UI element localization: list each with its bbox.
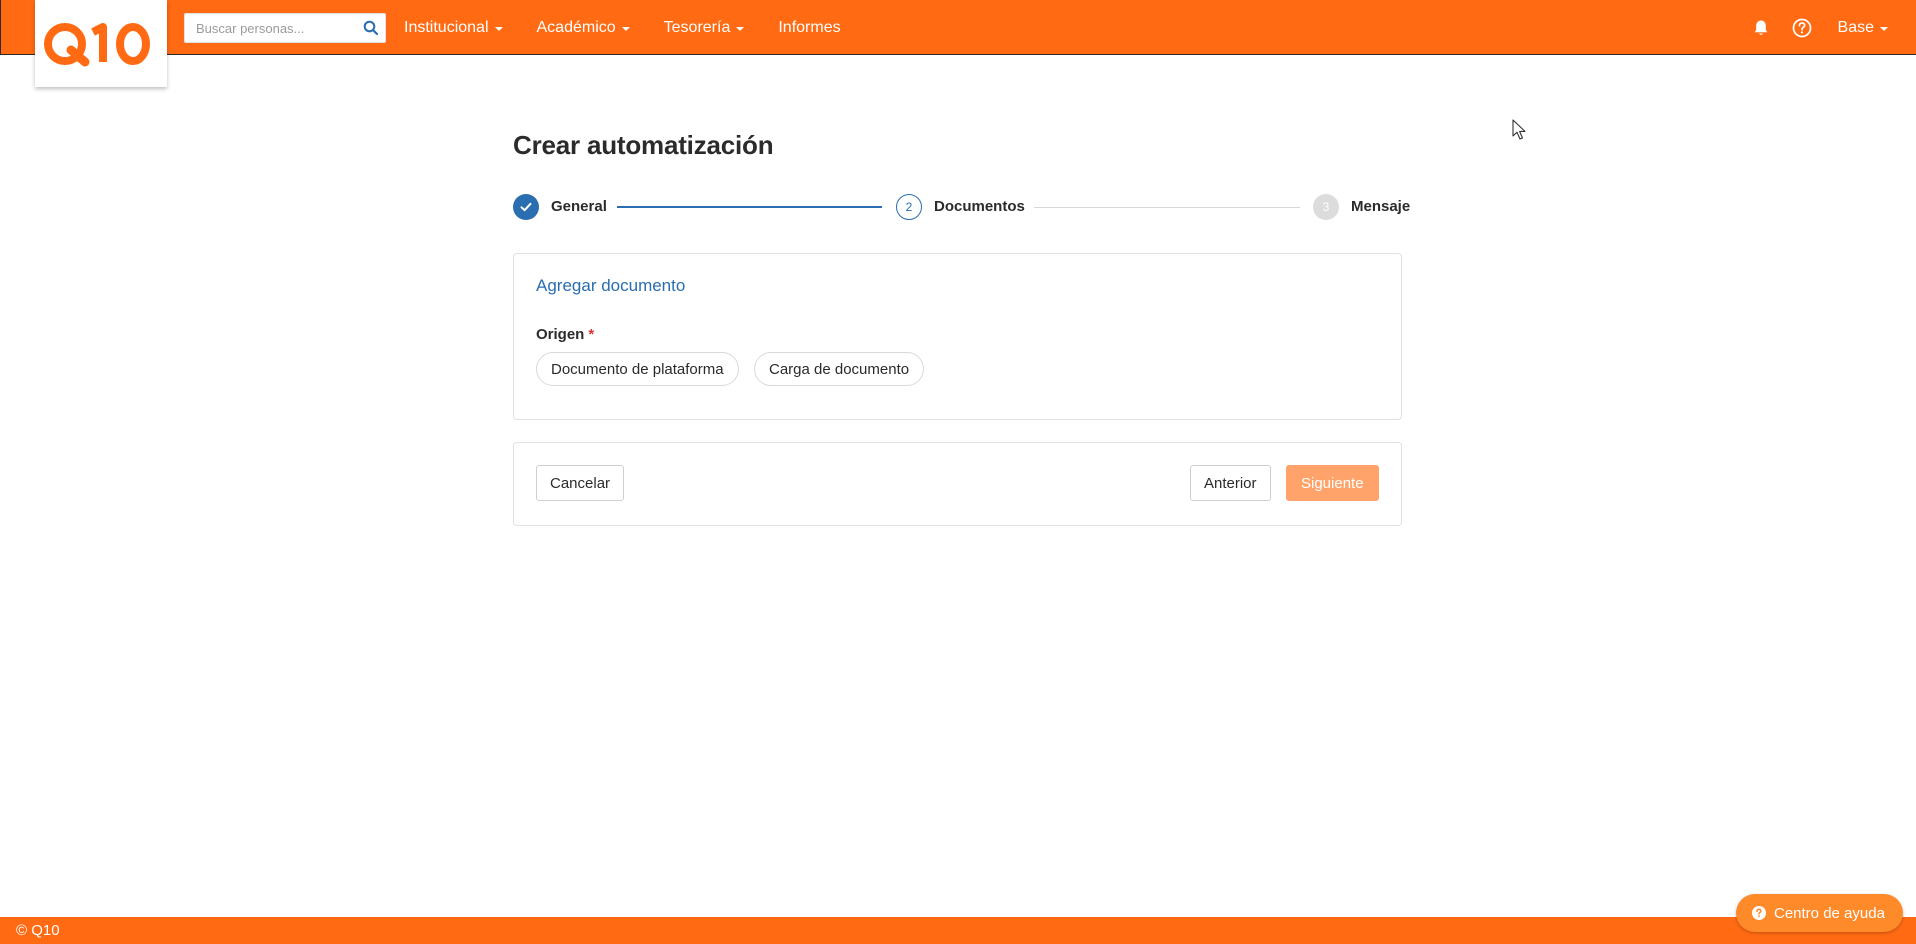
help-center-button[interactable]: Centro de ayuda <box>1736 894 1903 932</box>
page-title: Crear automatización <box>513 130 774 160</box>
step-documentos-number: 2 <box>896 194 922 220</box>
card-title: Agregar documento <box>536 276 686 295</box>
q10-logo[interactable] <box>35 0 167 87</box>
previous-button[interactable]: Anterior <box>1190 465 1271 501</box>
step-connector-completed <box>617 206 882 208</box>
menu-institucional[interactable]: Institucional <box>404 19 503 37</box>
question-circle-icon[interactable] <box>1792 18 1812 38</box>
origin-option-platform-document[interactable]: Documento de plataforma <box>536 352 739 386</box>
menu-informes[interactable]: Informes <box>778 19 840 37</box>
bell-icon[interactable] <box>1752 19 1770 37</box>
menu-tesoreria[interactable]: Tesorería <box>664 19 745 37</box>
user-menu-label: Base <box>1837 18 1874 36</box>
step-documentos-label: Documentos <box>934 198 1025 215</box>
menu-informes-label: Informes <box>778 18 841 36</box>
step-general-check <box>513 194 539 220</box>
question-circle-icon <box>1752 906 1766 920</box>
caret-down-icon <box>494 26 503 31</box>
user-menu-base[interactable]: Base <box>1838 19 1888 37</box>
required-asterisk: * <box>588 326 595 343</box>
step-mensaje-number: 3 <box>1313 194 1339 220</box>
caret-down-icon <box>736 26 745 31</box>
add-document-card: Agregar documento Origen * Documento de p… <box>513 253 1402 420</box>
mouse-cursor-icon <box>1512 119 1526 140</box>
menu-academico-label: Académico <box>536 18 616 36</box>
footer-bar: © Q10 <box>0 917 1916 944</box>
top-navigation-bar: Institucional Académico Tesorería Inform… <box>0 0 1916 87</box>
next-button[interactable]: Siguiente <box>1286 465 1379 501</box>
step-mensaje-label: Mensaje <box>1351 198 1411 215</box>
wizard-stepper: General 2 Documentos 3 Mensaje <box>513 194 1411 220</box>
origin-field-label: Origen * <box>536 326 594 343</box>
footer-copyright: © Q10 <box>16 922 60 939</box>
menu-academico[interactable]: Académico <box>537 19 630 37</box>
origin-label-text: Origen <box>536 326 585 343</box>
cancel-button[interactable]: Cancelar <box>536 465 625 501</box>
help-center-label: Centro de ayuda <box>1774 904 1885 922</box>
caret-down-icon <box>1880 26 1888 31</box>
menu-institucional-label: Institucional <box>404 18 489 36</box>
step-connector-pending <box>1034 207 1300 208</box>
search-icon[interactable] <box>363 20 379 36</box>
q10-logo-mark <box>44 22 150 66</box>
search-box <box>184 13 386 43</box>
user-tools: Base <box>1752 0 1888 55</box>
wizard-actions-card: Cancelar Anterior Siguiente <box>513 442 1402 526</box>
caret-down-icon <box>621 26 630 31</box>
check-icon <box>520 202 532 212</box>
origin-option-upload-document[interactable]: Carga de documento <box>754 352 925 386</box>
main-menu: Institucional Académico Tesorería Inform… <box>404 0 875 55</box>
search-input[interactable] <box>185 14 355 42</box>
step-general-label: General <box>551 198 607 215</box>
menu-tesoreria-label: Tesorería <box>663 18 731 36</box>
